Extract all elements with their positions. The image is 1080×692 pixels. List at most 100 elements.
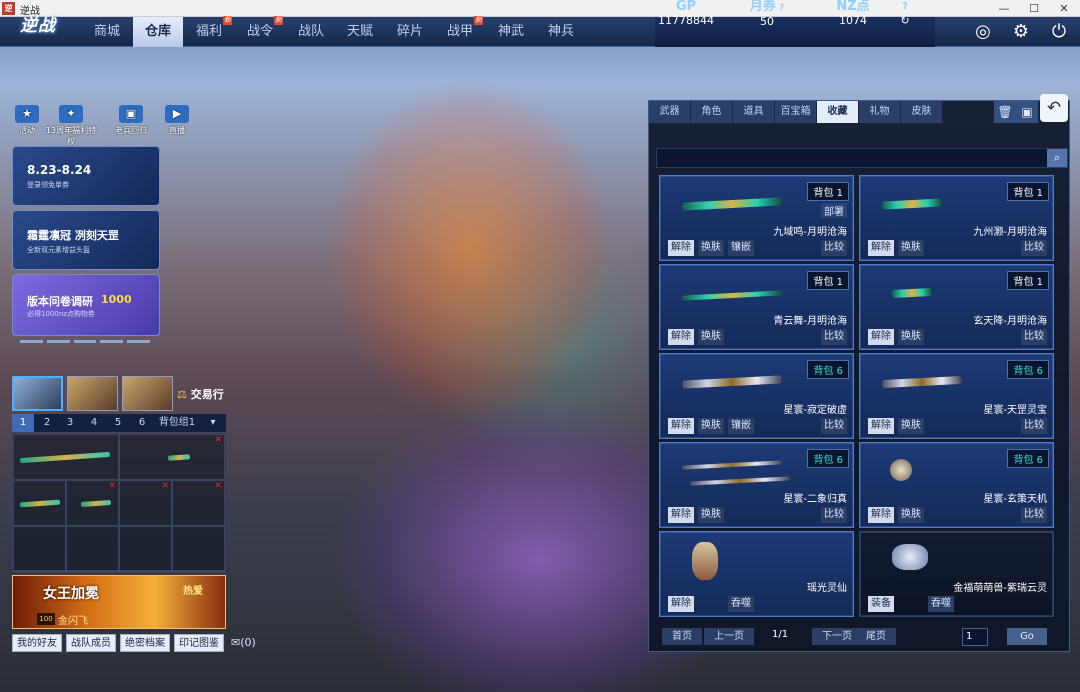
item-card[interactable]: 背包 1 青云舞-月明沧海 解除 换肤 比较 [659,264,854,350]
target-icon[interactable]: ◎ [972,21,994,43]
compare-button[interactable]: 比较 [1021,329,1047,345]
item-card[interactable]: 背包 6 星寰-玄策天机 解除 换肤 比较 [859,442,1054,528]
nav-tab-team[interactable]: 战队 [286,17,336,47]
camera-icon[interactable]: ▣ [1016,101,1038,123]
activity-anniversary[interactable]: ✦ 13周年福利特权 [42,105,100,147]
compare-button[interactable]: 比较 [821,329,847,345]
bag-slot[interactable] [13,480,66,526]
bag-tab-4[interactable]: 4 [83,414,105,432]
help-icon[interactable]: ? [776,3,784,13]
gear-icon[interactable]: ⚙ [1010,21,1032,43]
refresh-icon[interactable]: ↻ [895,14,915,28]
bag-slot[interactable] [13,434,119,480]
reskin-button[interactable]: 换肤 [898,418,924,434]
unequip-button[interactable]: 解除 [668,596,694,612]
character-slot-2[interactable] [67,376,118,411]
character-slot-1[interactable] [12,376,63,411]
mail-button[interactable]: ✉(0) [231,636,256,649]
nav-tab-battlepass[interactable]: 战令新 [235,16,285,47]
compare-button[interactable]: 比较 [1021,240,1047,256]
compare-button[interactable]: 比较 [1021,418,1047,434]
trash-icon[interactable]: 🗑 [994,101,1016,123]
inlay-button[interactable]: 镶嵌 [728,418,754,434]
inlay-button[interactable]: 镶嵌 [728,240,754,256]
promo-card-login[interactable]: 8.23-8.24 登录领免单券 [12,146,160,206]
compare-button[interactable]: 比较 [821,507,847,523]
unequip-button[interactable]: 解除 [668,240,694,256]
compare-button[interactable]: 比较 [1021,507,1047,523]
item-card[interactable]: 瑶光灵仙 解除 吞噬 [659,531,854,617]
team-members-button[interactable]: 战队成员 [66,634,116,652]
bag-slot[interactable] [66,526,119,572]
reskin-button[interactable]: 换肤 [698,329,724,345]
nav-tab-armor[interactable]: 战甲新 [435,16,485,47]
help-icon[interactable]: ? [895,0,915,14]
tab-skins[interactable]: 皮肤 [901,101,943,123]
nav-tab-welfare[interactable]: 福利新 [184,16,234,47]
bag-slot[interactable]: ✕ [172,480,225,526]
last-page-button[interactable]: 尾页 [856,628,896,645]
reskin-button[interactable]: 换肤 [898,507,924,523]
activity-veteran-return[interactable]: ▣ 老兵回归 [108,105,154,136]
activity-event[interactable]: ★ 活动 [8,105,46,136]
bag-slot[interactable]: ✕ [119,480,172,526]
bag-tab-5[interactable]: 5 [107,414,129,432]
bag-slot[interactable]: ✕ [119,434,225,480]
promo-card-helmet[interactable]: 霜霆凛冠 冽刻天罡 全新双元素增益头盔 [12,210,160,270]
item-card[interactable]: 背包 6 星寰-寂定破虚 解除 换肤 镶嵌 比较 [659,353,854,439]
ticket-currency[interactable]: 月券 ? 50 [742,0,792,30]
unequip-button[interactable]: 解除 [868,507,894,523]
tab-treasure-box[interactable]: 百宝箱 [775,101,817,123]
item-card[interactable]: 金福萌萌兽-紫瑞云灵 装备 吞噬 [859,531,1054,617]
unequip-button[interactable]: 解除 [868,329,894,345]
card-carousel-indicator[interactable] [20,340,150,344]
unequip-button[interactable]: 解除 [668,329,694,345]
tab-items[interactable]: 道具 [733,101,775,123]
bag-tab-1[interactable]: 1 [12,414,34,432]
item-card[interactable]: 背包 1 部署 九域鸣-月明沧海 解除 换肤 镶嵌 比较 [659,175,854,261]
bag-slot[interactable] [13,526,66,572]
reskin-button[interactable]: 换肤 [698,418,724,434]
bag-tab-2[interactable]: 2 [36,414,58,432]
item-card[interactable]: 背包 6 星寰-二象归真 解除 换肤 比较 [659,442,854,528]
activity-livestream[interactable]: ▶ 直播 [158,105,196,136]
nav-tab-talent[interactable]: 天赋 [335,17,385,47]
tab-weapons[interactable]: 武器 [649,101,691,123]
power-icon[interactable]: ⏻ [1048,21,1070,43]
unequip-button[interactable]: 解除 [668,418,694,434]
search-icon[interactable]: ⌕ [1047,149,1067,167]
bag-slot[interactable]: ✕ [66,480,119,526]
mark-gallery-button[interactable]: 印记图鉴 [174,634,224,652]
queen-crown-banner[interactable]: 女王加冕 热爱 100 金闪飞 [12,575,226,629]
prev-page-button[interactable]: 上一页 [704,628,754,645]
next-page-button[interactable]: 下一页 [812,628,862,645]
reskin-button[interactable]: 换肤 [698,507,724,523]
character-slot-3[interactable] [122,376,173,411]
close-icon[interactable]: ✕ [1050,0,1078,17]
bag-group-select[interactable]: 背包组1 [152,414,202,432]
tab-characters[interactable]: 角色 [691,101,733,123]
nav-tab-shop[interactable]: 商城 [82,17,132,47]
compare-button[interactable]: 比较 [821,418,847,434]
go-button[interactable]: Go [1007,628,1047,645]
page-number-input[interactable]: 1 [962,628,988,646]
compare-button[interactable]: 比较 [821,240,847,256]
nav-tab-divine-weapon[interactable]: 神武 [486,17,536,47]
item-card[interactable]: 背包 1 九州灏-月明沧海 解除 换肤 比较 [859,175,1054,261]
trade-button[interactable]: ⚖ 交易行 [177,382,247,408]
deploy-button[interactable]: 部署 [821,203,847,218]
nav-tab-fragments[interactable]: 碎片 [385,17,435,47]
nav-tab-divine-soldier[interactable]: 神兵 [536,17,586,47]
unequip-button[interactable]: 解除 [868,418,894,434]
devour-button[interactable]: 吞噬 [928,596,954,612]
item-card[interactable]: 背包 1 玄天降-月明沧海 解除 换肤 比较 [859,264,1054,350]
equip-button[interactable]: 装备 [868,596,894,612]
friends-button[interactable]: 我的好友 [12,634,62,652]
item-card[interactable]: 背包 6 星寰-天罡灵宝 解除 换肤 比较 [859,353,1054,439]
back-icon[interactable]: ↶ [1040,94,1068,122]
unequip-button[interactable]: 解除 [668,507,694,523]
bag-tab-3[interactable]: 3 [59,414,81,432]
minimize-icon[interactable]: — [990,0,1018,17]
chevron-down-icon[interactable]: ▾ [202,414,224,432]
refresh-area[interactable]: ? ↻ [895,0,915,30]
